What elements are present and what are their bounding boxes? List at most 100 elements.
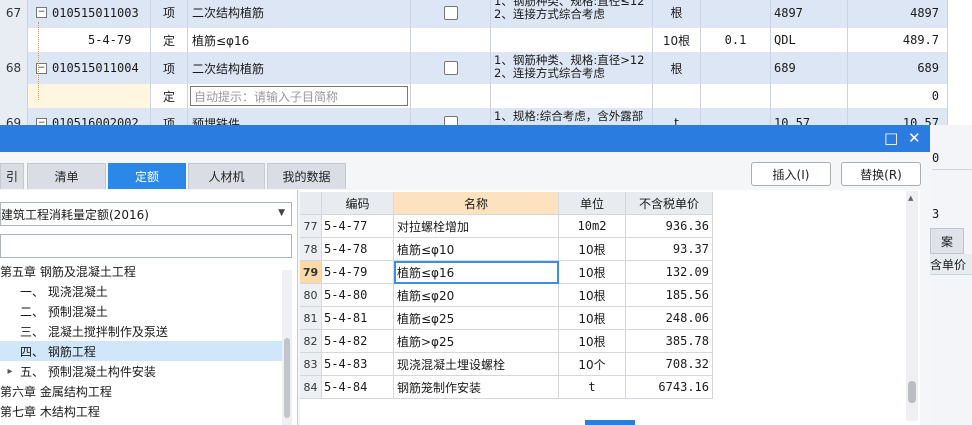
quantity-cell[interactable] bbox=[701, 84, 771, 108]
name-cell[interactable]: 植筋≤φ25 bbox=[394, 307, 559, 330]
chevron-right-icon[interactable]: ▸ bbox=[0, 366, 20, 377]
unit-cell[interactable] bbox=[653, 84, 701, 108]
checkbox-cell[interactable] bbox=[411, 28, 491, 52]
tree-item-precast-install[interactable]: ▸ 五、 预制混凝土构件安装 bbox=[0, 361, 282, 381]
total-cell[interactable]: 0 bbox=[848, 84, 948, 108]
table-row[interactable]: 68 −010515011004 项 二次结构植筋 1、钢筋种类、规格:直径>1… bbox=[0, 52, 948, 85]
scrollbar-thumb[interactable] bbox=[908, 381, 916, 403]
name-cell[interactable]: 植筋≤φ20 bbox=[394, 284, 559, 307]
column-header-code[interactable]: 编码 bbox=[322, 192, 394, 215]
unit-cell[interactable]: 10根 bbox=[653, 28, 701, 52]
unit-cell[interactable]: 10个 bbox=[559, 353, 626, 376]
item-type-cell[interactable]: 定 bbox=[151, 84, 188, 108]
column-header-unit[interactable]: 单位 bbox=[559, 192, 626, 215]
scroll-up-icon[interactable]: ▲ bbox=[908, 194, 913, 202]
tree-item-cast-in-place[interactable]: 一、 现浇混凝土 bbox=[0, 281, 282, 301]
price-cell[interactable]: 248.06 bbox=[626, 307, 713, 330]
replace-button[interactable]: 替换(R) bbox=[841, 162, 921, 186]
close-icon[interactable]: ✕ bbox=[908, 130, 921, 146]
table-row[interactable]: 77 5-4-77 对拉螺栓增加 10m2 936.36 bbox=[300, 215, 713, 238]
item-name-cell[interactable]: 二次结构植筋 bbox=[188, 0, 411, 28]
quantity-cell[interactable] bbox=[701, 52, 771, 84]
column-header-price[interactable]: 不含税单价 bbox=[626, 192, 713, 215]
table-row[interactable]: 84 5-4-84 钢筋笼制作安装 t 6743.16 bbox=[300, 376, 713, 399]
unit-cell[interactable]: 10根 bbox=[559, 307, 626, 330]
unit-cell[interactable]: 10根 bbox=[559, 238, 626, 261]
name-cell[interactable]: 植筋>φ25 bbox=[394, 330, 559, 353]
table-row[interactable]: 5-4-79 定 植筋≤φ16 10根 0.1 QDL 489.7 bbox=[0, 28, 948, 53]
total-cell[interactable]: 4897 bbox=[848, 0, 948, 28]
item-name-cell[interactable]: 植筋≤φ16 bbox=[188, 28, 411, 52]
price-cell[interactable]: 132.09 bbox=[626, 261, 713, 284]
code-cell[interactable]: 5-4-83 bbox=[322, 353, 394, 376]
library-select[interactable]: 建筑工程消耗量定额(2016) ▼ bbox=[0, 202, 292, 226]
unit-cell[interactable]: 10根 bbox=[559, 330, 626, 353]
unit-cell[interactable]: 10m2 bbox=[559, 215, 626, 238]
table-row-selected[interactable]: 79 5-4-79 植筋≤φ16 10根 132.09 bbox=[300, 261, 713, 284]
price-cell[interactable]: 6743.16 bbox=[626, 376, 713, 399]
table-row[interactable]: 67 −010515011003 项 二次结构植筋 1、钢筋种类、规格:直径≤1… bbox=[0, 0, 948, 29]
price-cell[interactable]: 93.37 bbox=[626, 238, 713, 261]
code-cell[interactable]: 5-4-78 bbox=[322, 238, 394, 261]
search-input[interactable] bbox=[0, 234, 292, 258]
item-code-cell[interactable] bbox=[28, 84, 151, 108]
insert-button[interactable]: 插入(I) bbox=[751, 162, 831, 186]
price-cell[interactable]: 385.78 bbox=[626, 330, 713, 353]
tab-quota[interactable]: 定额 bbox=[108, 163, 186, 189]
unit-cell[interactable]: 根 bbox=[653, 52, 701, 84]
code-cell[interactable]: 5-4-84 bbox=[322, 376, 394, 399]
code-cell[interactable]: 5-4-77 bbox=[322, 215, 394, 238]
table-row[interactable]: 82 5-4-82 植筋>φ25 10根 385.78 bbox=[300, 330, 713, 353]
tab-labor-material-machine[interactable]: 人材机 bbox=[188, 163, 265, 189]
price-cell[interactable]: 708.32 bbox=[626, 353, 713, 376]
table-row[interactable]: 80 5-4-80 植筋≤φ20 10根 185.56 bbox=[300, 284, 713, 307]
tab-guide[interactable]: 引 bbox=[0, 163, 24, 189]
unit-cell[interactable]: 根 bbox=[653, 0, 701, 28]
resize-handle[interactable] bbox=[585, 420, 635, 425]
quantity-cell[interactable]: 0.1 bbox=[701, 28, 771, 52]
tree-item-chapter-6[interactable]: 第六章 金属结构工程 bbox=[0, 381, 282, 401]
tree-scrollbar[interactable] bbox=[282, 270, 292, 425]
table-row[interactable]: 83 5-4-83 现浇混凝土埋设螺栓 10个 708.32 bbox=[300, 353, 713, 376]
tab-scheme[interactable]: 案 bbox=[930, 228, 964, 254]
row-checkbox[interactable] bbox=[443, 5, 458, 20]
table-row[interactable]: 78 5-4-78 植筋≤φ10 10根 93.37 bbox=[300, 238, 713, 261]
expression-cell[interactable] bbox=[771, 84, 848, 108]
name-cell[interactable]: 钢筋笼制作安装 bbox=[394, 376, 559, 399]
collapse-icon[interactable]: − bbox=[36, 7, 47, 18]
code-cell[interactable]: 5-4-81 bbox=[322, 307, 394, 330]
scrollbar-thumb[interactable] bbox=[284, 338, 290, 418]
expression-cell[interactable]: QDL bbox=[771, 28, 848, 52]
code-cell[interactable]: 5-4-80 bbox=[322, 284, 394, 307]
item-type-cell[interactable]: 项 bbox=[151, 0, 188, 28]
chevron-down-icon[interactable]: ▼ bbox=[278, 208, 285, 218]
table-row[interactable]: 定 自动提示：请输入子目简称 0 bbox=[0, 84, 948, 109]
item-description-cell[interactable] bbox=[491, 84, 653, 108]
item-code-cell[interactable]: −010515011003 bbox=[28, 0, 151, 28]
table-row[interactable]: 81 5-4-81 植筋≤φ25 10根 248.06 bbox=[300, 307, 713, 330]
tree-item-mixing-pumping[interactable]: 三、 混凝土搅拌制作及泵送 bbox=[0, 321, 282, 341]
expression-cell[interactable]: 689 bbox=[771, 52, 848, 84]
unit-cell[interactable]: t bbox=[559, 376, 626, 399]
total-cell[interactable]: 689 bbox=[848, 52, 948, 84]
quantity-cell[interactable] bbox=[701, 0, 771, 28]
unit-cell[interactable]: 10根 bbox=[559, 261, 626, 284]
column-header-name[interactable]: 名称 bbox=[394, 192, 559, 215]
item-code-cell[interactable]: 5-4-79 bbox=[28, 28, 151, 52]
tab-my-data[interactable]: 我的数据 bbox=[267, 163, 346, 189]
item-description-cell[interactable]: 1、钢筋种类、规格:直径≤12 2、连接方式综合考虑 bbox=[491, 0, 653, 26]
checkbox-cell[interactable] bbox=[411, 0, 491, 28]
code-cell[interactable]: 5-4-82 bbox=[322, 330, 394, 353]
price-cell[interactable]: 936.36 bbox=[626, 215, 713, 238]
name-cell[interactable]: 现浇混凝土埋设螺栓 bbox=[394, 353, 559, 376]
name-cell[interactable]: 对拉螺栓增加 bbox=[394, 215, 559, 238]
subitem-name-input[interactable]: 自动提示：请输入子目简称 bbox=[190, 86, 408, 106]
item-type-cell[interactable]: 项 bbox=[151, 52, 188, 84]
checkbox-cell[interactable] bbox=[411, 52, 491, 84]
table-scrollbar[interactable]: ▲ bbox=[906, 191, 918, 421]
tree-item-rebar[interactable]: 四、 钢筋工程 bbox=[0, 341, 282, 361]
tab-bill[interactable]: 清单 bbox=[27, 163, 106, 189]
tree-item-chapter-7[interactable]: 第七章 木结构工程 bbox=[0, 401, 282, 421]
name-cell[interactable]: 植筋≤φ10 bbox=[394, 238, 559, 261]
total-cell[interactable]: 489.7 bbox=[848, 28, 948, 52]
